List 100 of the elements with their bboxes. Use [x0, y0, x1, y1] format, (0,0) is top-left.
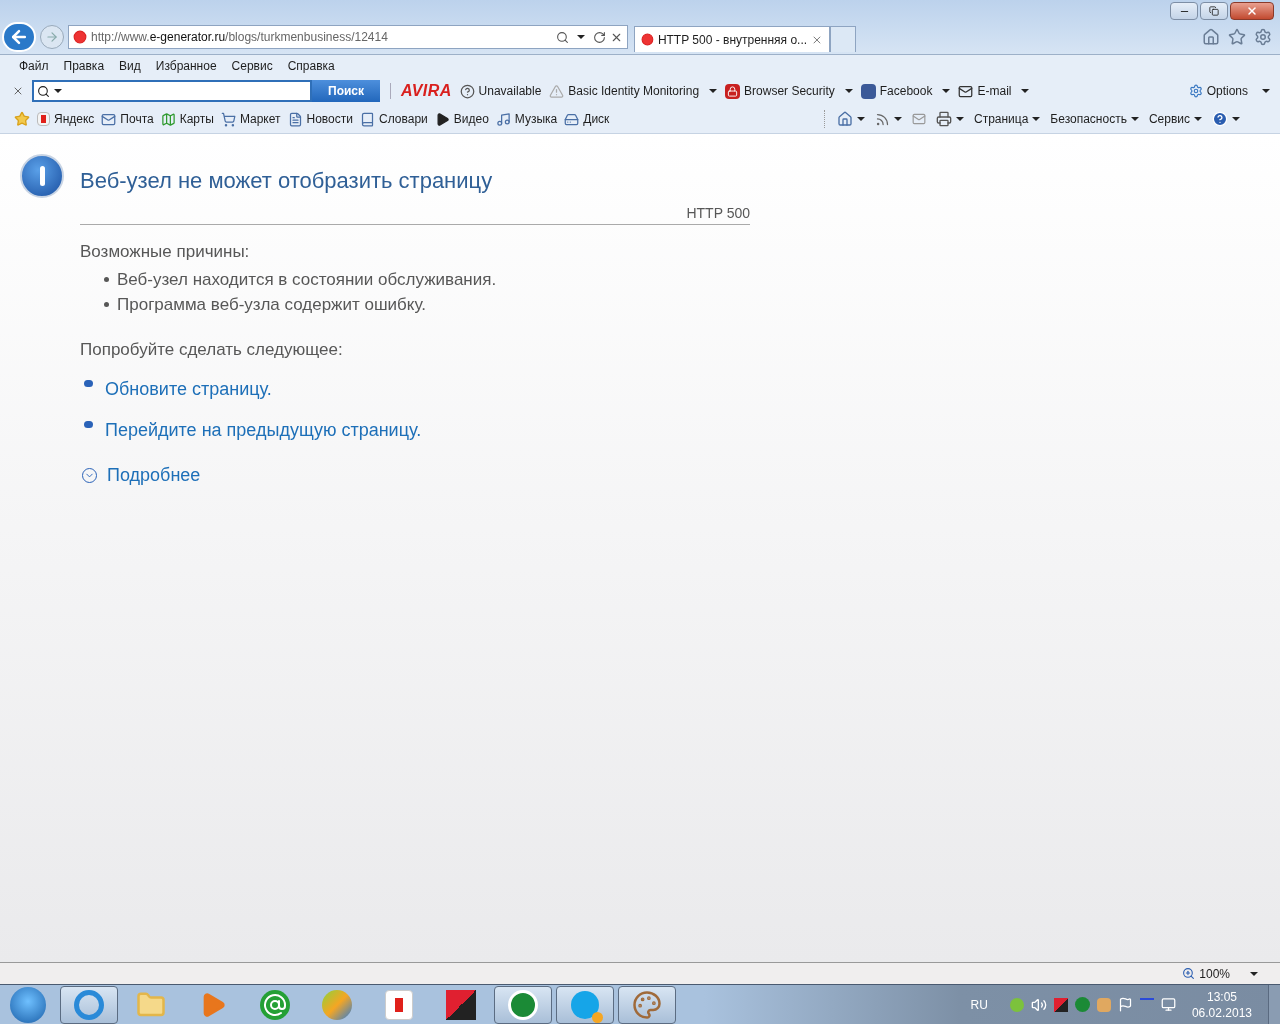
cart-icon: [220, 111, 236, 127]
bullet-icon: [104, 276, 109, 282]
action-link[interactable]: Перейдите на предыдущую страницу.: [105, 417, 422, 444]
restore-icon: [1209, 6, 1219, 16]
start-button[interactable]: [10, 986, 46, 1023]
map-icon: [160, 111, 176, 127]
site-icon: [641, 33, 654, 46]
caret-icon: [1232, 117, 1240, 121]
search-icon: [37, 84, 50, 98]
toolbar-button[interactable]: Basic Identity Monitoring: [549, 82, 718, 100]
favorite-link[interactable]: Маркет: [220, 110, 281, 128]
network-icon[interactable]: [1160, 997, 1176, 1012]
menu-item[interactable]: Правка: [56, 57, 112, 75]
star-icon[interactable]: [14, 111, 30, 127]
refresh-icon[interactable]: [593, 30, 606, 44]
menu-item[interactable]: Сервис: [224, 57, 280, 75]
caret-icon: [1032, 117, 1041, 121]
zoom-level[interactable]: 100%: [1199, 964, 1230, 983]
favorite-link[interactable]: Словари: [360, 110, 428, 128]
tab-title: HTTP 500 - внутренняя о...: [657, 31, 808, 49]
toolbar-button[interactable]: Browser Security: [725, 82, 853, 100]
favorite-link[interactable]: Видео: [434, 110, 489, 128]
search-field[interactable]: [32, 80, 312, 102]
page-title: Веб-узел не может отобразить страницу: [80, 167, 494, 195]
home-icon[interactable]: [1202, 28, 1220, 46]
taskbar-app[interactable]: [494, 985, 552, 1024]
lock-icon: [725, 83, 741, 99]
printer-icon[interactable]: [935, 111, 952, 127]
speaker-icon[interactable]: [1030, 996, 1047, 1013]
suggestions-heading: Попробуйте сделать следующее:: [80, 338, 344, 361]
search-button[interactable]: Поиск: [312, 80, 380, 102]
document-icon: [287, 111, 303, 127]
options-button[interactable]: Options: [1188, 82, 1280, 100]
caret-icon: [893, 117, 902, 121]
caret-icon: [1262, 89, 1270, 93]
caret-icon: [577, 35, 585, 39]
command-menu[interactable]: Безопасность: [1050, 110, 1139, 128]
favorite-link[interactable]: Яндекс: [37, 110, 95, 128]
address-field[interactable]: http://www.e-generator.ru/blogs/turkmenbusiness/12414: [68, 25, 628, 49]
details-link[interactable]: Подробнее: [107, 462, 201, 489]
toolbar-button[interactable]: Unavailable: [459, 82, 542, 100]
new-tab-button[interactable]: [830, 26, 856, 52]
taskbar-app[interactable]: [556, 985, 614, 1024]
taskbar-app[interactable]: [60, 985, 118, 1024]
causes-heading: Возможные причины:: [80, 241, 251, 263]
search-icon[interactable]: [556, 30, 569, 44]
feed-icon[interactable]: [874, 111, 890, 127]
flag-icon[interactable]: [1117, 997, 1133, 1012]
menu-item[interactable]: Файл: [12, 57, 56, 75]
menu-item[interactable]: Справка: [280, 57, 342, 75]
play-icon: [434, 111, 450, 127]
show-desktop-button[interactable]: [1268, 984, 1280, 1024]
restore-button[interactable]: [1200, 2, 1228, 20]
music-icon: [495, 111, 511, 127]
error-code: HTTP 500: [80, 203, 750, 225]
close-button[interactable]: [1230, 2, 1274, 20]
at-sign-icon: [260, 989, 290, 1020]
clock-date: 06.02.2013: [1191, 1004, 1252, 1021]
favorite-link[interactable]: Карты: [160, 110, 214, 128]
caret-icon: [955, 117, 964, 121]
help-icon[interactable]: [1212, 111, 1228, 127]
command-menu[interactable]: Страница: [973, 110, 1041, 128]
envelope-icon: [958, 83, 974, 99]
clock-time: 13:05: [1206, 988, 1237, 1005]
bullet-icon: [84, 380, 93, 387]
favorites-icon[interactable]: [1228, 28, 1246, 46]
favorite-link[interactable]: Почта: [101, 110, 154, 128]
favorite-link[interactable]: Диск: [564, 110, 610, 128]
command-menu[interactable]: Сервис: [1148, 110, 1202, 128]
favorite-link[interactable]: Новости: [287, 110, 353, 128]
toolbar-button[interactable]: Facebook: [860, 82, 951, 100]
settings-icon[interactable]: [1254, 28, 1272, 46]
taskbar-app[interactable]: [618, 985, 676, 1024]
info-icon: [20, 154, 64, 198]
avira-logo: AVIRA: [401, 81, 452, 101]
caret-icon: [1130, 117, 1139, 121]
book-icon: [360, 111, 375, 127]
cause-text: Программа веб-узла содержит ошибку.: [117, 293, 426, 316]
close-icon: [1246, 5, 1258, 17]
menu-item[interactable]: Вид: [112, 57, 148, 75]
close-toolbar-icon[interactable]: [12, 85, 24, 97]
arrow-left-icon: [9, 27, 29, 47]
back-button[interactable]: [2, 22, 36, 52]
home-icon[interactable]: [836, 111, 853, 127]
minimize-button[interactable]: [1170, 2, 1198, 20]
browser-tab[interactable]: HTTP 500 - внутренняя о...: [634, 26, 830, 52]
caret-icon: [54, 89, 62, 93]
caret-icon: [856, 117, 865, 121]
toolbar-button[interactable]: E-mail: [958, 82, 1030, 100]
action-link[interactable]: Обновите страницу.: [105, 376, 272, 403]
bullet-icon: [84, 421, 93, 428]
site-icon: [73, 30, 87, 44]
cause-text: Веб-узел находится в состоянии обслуживания.: [117, 268, 497, 291]
favorite-link[interactable]: Музыка: [495, 110, 558, 128]
menu-item[interactable]: Избранное: [148, 57, 224, 75]
zoom-icon: [1182, 967, 1196, 980]
arrow-right-icon: [45, 30, 59, 44]
caret-icon: [1194, 117, 1202, 121]
envelope-icon[interactable]: [911, 112, 926, 126]
envelope-icon: [101, 111, 117, 127]
